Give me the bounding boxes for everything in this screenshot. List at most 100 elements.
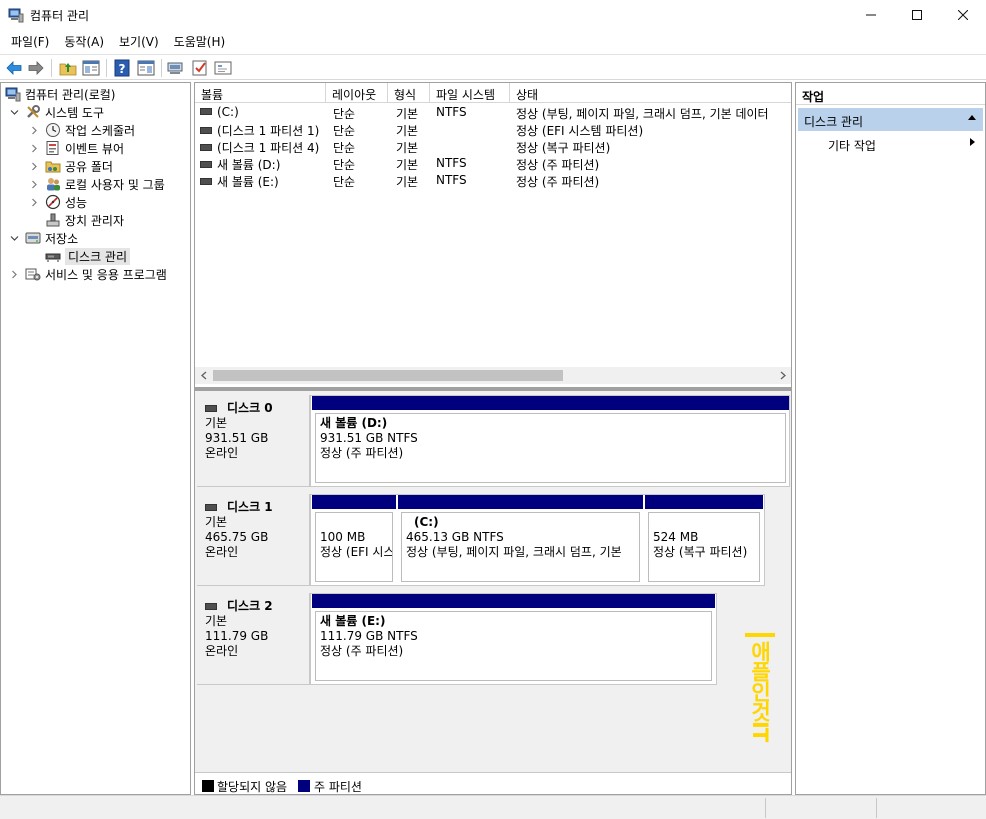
table-row[interactable]: 새 볼륨 (E:) 단순 기본 NTFS 정상 (주 파티션) <box>195 172 791 190</box>
disk-label[interactable]: 디스크 1 기본 465.75 GB 온라인 <box>197 494 310 586</box>
forward-icon[interactable] <box>26 58 46 78</box>
menu-file[interactable]: 파일(F) <box>4 30 57 52</box>
partition[interactable]: 524 MB 정상 (복구 파티션) <box>645 495 763 585</box>
tree-label: 컴퓨터 관리(로컬) <box>25 87 116 102</box>
maximize-icon <box>912 10 922 20</box>
show-hide-tree-icon[interactable] <box>81 58 101 78</box>
tree-item-system-tools[interactable]: 시스템 도구 <box>9 103 104 121</box>
computer-management-icon <box>5 87 21 102</box>
chevron-right-icon[interactable] <box>29 143 39 153</box>
partition-status: 정상 (EFI 시스 <box>320 545 393 559</box>
submenu-arrow-icon[interactable] <box>968 137 976 150</box>
primary-partition-bar <box>312 495 396 509</box>
column-header-type[interactable]: 형식 <box>388 83 430 103</box>
type-cell: 기본 <box>396 175 419 189</box>
partition-size: 465.13 GB NTFS <box>406 530 504 544</box>
volume-cell: 새 볼륨 (D:) <box>200 156 328 173</box>
disk-row-1[interactable]: 디스크 1 기본 465.75 GB 온라인 100 MB 정상 (EFI 시스… <box>195 490 791 588</box>
event-viewer-icon <box>46 141 59 155</box>
tree-item-performance[interactable]: 성능 <box>29 193 87 211</box>
table-row[interactable]: (C:) 단순 기본 NTFS 정상 (부팅, 페이지 파일, 크래시 덤프, … <box>195 104 791 121</box>
partition[interactable]: 100 MB 정상 (EFI 시스 <box>312 495 396 585</box>
partition[interactable]: 새 볼륨 (D:) 931.51 GB NTFS 정상 (주 파티션) <box>312 396 789 486</box>
table-row[interactable]: (디스크 1 파티션 4) 단순 기본 정상 (복구 파티션) <box>195 138 791 155</box>
computer-management-icon <box>8 8 24 23</box>
check-icon[interactable] <box>190 58 210 78</box>
menu-help[interactable]: 도움말(H) <box>167 30 234 52</box>
tree-item-storage[interactable]: 저장소 <box>9 229 78 247</box>
toolbar-separator <box>51 59 52 77</box>
table-row[interactable]: (디스크 1 파티션 1) 단순 기본 정상 (EFI 시스템 파티션) <box>195 121 791 138</box>
actions-section-disk-management[interactable]: 디스크 관리 <box>798 108 983 131</box>
disk-icon <box>205 405 217 412</box>
close-button[interactable] <box>940 0 986 30</box>
partition-area: 새 볼륨 (D:) 931.51 GB NTFS 정상 (주 파티션) <box>310 395 790 487</box>
status-cell: 정상 (복구 파티션) <box>516 141 611 155</box>
performance-icon <box>45 194 61 210</box>
tree-item-device-manager[interactable]: 장치 관리자 <box>45 211 124 229</box>
table-row[interactable]: 새 볼륨 (D:) 단순 기본 NTFS 정상 (주 파티션) <box>195 155 791 173</box>
tree-item-disk-management[interactable]: 디스크 관리 <box>45 247 131 265</box>
partition-name: (C:) <box>414 515 439 529</box>
status-cell: 정상 (주 파티션) <box>516 175 600 189</box>
chevron-down-icon[interactable] <box>9 233 19 243</box>
collapse-up-icon[interactable] <box>967 113 977 124</box>
watermark-logo: 애플인것IT <box>743 633 777 743</box>
column-header-status[interactable]: 상태 <box>510 83 791 103</box>
fs-cell: NTFS <box>436 173 467 187</box>
column-header-file-system[interactable]: 파일 시스템 <box>430 83 510 103</box>
scroll-left-icon[interactable] <box>195 367 212 384</box>
column-header-volume[interactable]: 볼륨 <box>195 83 326 103</box>
disk-size: 111.79 GB <box>205 629 269 643</box>
scrollbar-thumb[interactable] <box>213 370 563 381</box>
properties-icon[interactable] <box>136 58 156 78</box>
scroll-right-icon[interactable] <box>774 367 791 384</box>
console-icon[interactable] <box>213 58 233 78</box>
layout-cell: 단순 <box>333 175 356 189</box>
menu-action[interactable]: 동작(A) <box>57 30 112 52</box>
disk-label[interactable]: 디스크 2 기본 111.79 GB 온라인 <box>197 593 310 685</box>
partition[interactable]: (C:) 465.13 GB NTFS 정상 (부팅, 페이지 파일, 크래시 … <box>398 495 643 585</box>
partition-size: 111.79 GB NTFS <box>320 629 418 643</box>
partition-area: 새 볼륨 (E:) 111.79 GB NTFS 정상 (주 파티션) <box>310 593 717 685</box>
chevron-down-icon[interactable] <box>9 107 19 117</box>
column-header-layout[interactable]: 레이아웃 <box>326 83 388 103</box>
disk-name: 디스크 2 <box>227 599 273 613</box>
chevron-right-icon[interactable] <box>29 125 39 135</box>
horizontal-scrollbar[interactable] <box>195 367 791 384</box>
disk-row-2[interactable]: 디스크 2 기본 111.79 GB 온라인 새 볼륨 (E:) 111.79 … <box>195 589 791 687</box>
disk-row-0[interactable]: 디스크 0 기본 931.51 GB 온라인 새 볼륨 (D:) 931.51 … <box>195 391 791 489</box>
up-folder-icon[interactable] <box>58 58 78 78</box>
maximize-button[interactable] <box>894 0 940 30</box>
disk-management-icon <box>45 253 61 262</box>
tree-item-shared-folders[interactable]: 공유 폴더 <box>29 157 113 175</box>
layout-cell: 단순 <box>333 141 356 155</box>
disk-icon <box>205 504 217 511</box>
chevron-right-icon[interactable] <box>9 269 19 279</box>
connect-icon[interactable] <box>166 58 186 78</box>
chevron-right-icon[interactable] <box>29 161 39 171</box>
more-actions-item[interactable]: 기타 작업 <box>828 137 876 154</box>
volume-cell: 새 볼륨 (E:) <box>200 173 328 190</box>
minimize-button[interactable] <box>848 0 894 30</box>
menu-view[interactable]: 보기(V) <box>112 30 167 52</box>
tree-item-computer-management[interactable]: 컴퓨터 관리(로컬) <box>5 85 115 103</box>
device-manager-icon <box>46 213 60 227</box>
tree-item-local-users[interactable]: 로컬 사용자 및 그룹 <box>29 175 165 193</box>
tree-item-services[interactable]: 서비스 및 응용 프로그램 <box>9 265 167 283</box>
disk-size: 465.75 GB <box>205 530 269 544</box>
type-cell: 기본 <box>396 124 419 138</box>
disk-label[interactable]: 디스크 0 기본 931.51 GB 온라인 <box>197 395 310 487</box>
chevron-right-icon[interactable] <box>29 197 39 207</box>
tree-item-task-scheduler[interactable]: 작업 스케줄러 <box>29 121 135 139</box>
back-icon[interactable] <box>4 58 24 78</box>
primary-partition-bar <box>645 495 763 509</box>
chevron-right-icon[interactable] <box>29 179 39 189</box>
type-cell: 기본 <box>396 107 419 121</box>
tree-item-event-viewer[interactable]: 이벤트 뷰어 <box>29 139 124 157</box>
storage-icon <box>25 232 41 244</box>
partition-name: 새 볼륨 (D:) <box>320 416 388 430</box>
partition[interactable]: 새 볼륨 (E:) 111.79 GB NTFS 정상 (주 파티션) <box>312 594 715 684</box>
help-icon[interactable]: ? <box>112 58 132 78</box>
disk-name: 디스크 1 <box>227 500 273 514</box>
